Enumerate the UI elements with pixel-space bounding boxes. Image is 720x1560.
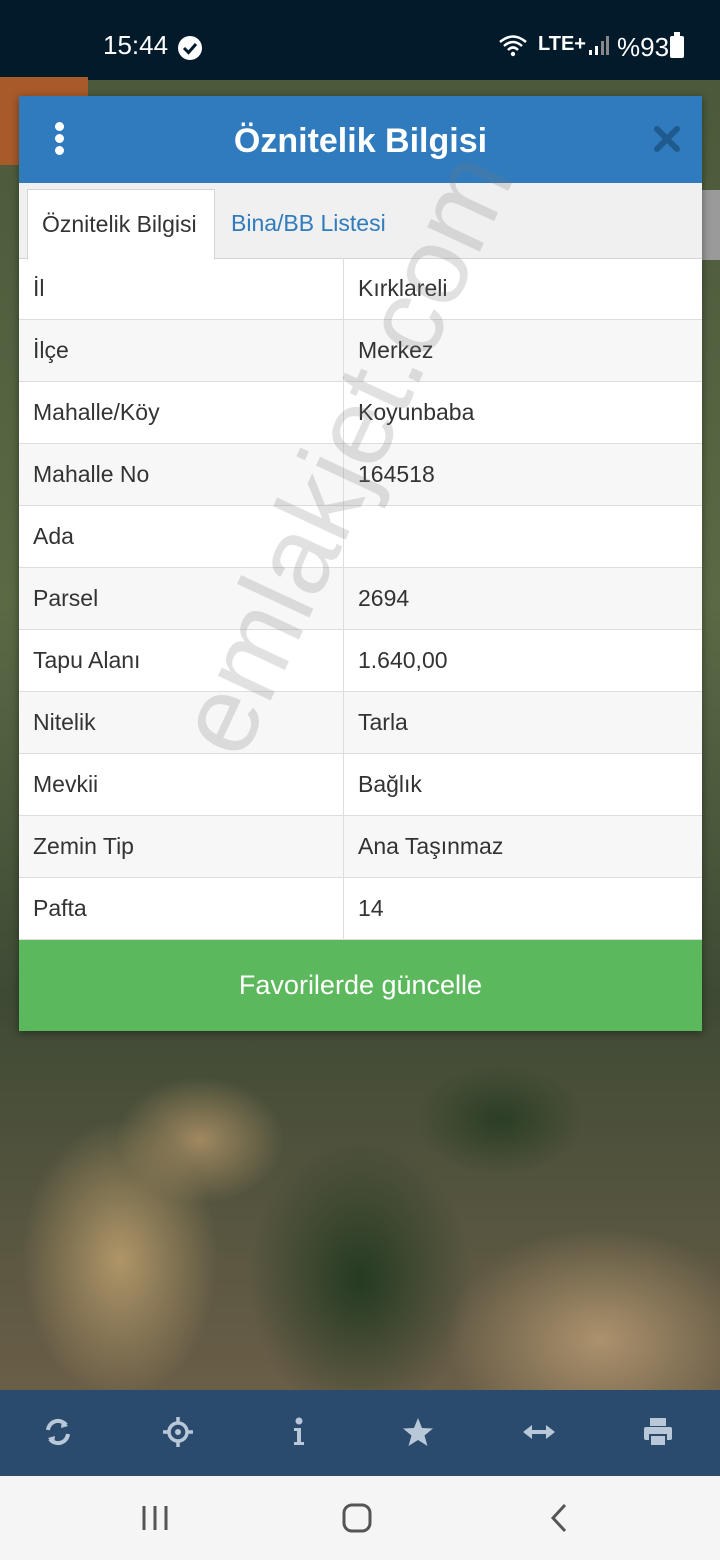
home-icon <box>342 1503 372 1533</box>
print-icon <box>644 1418 672 1447</box>
system-nav-bar <box>0 1476 720 1560</box>
attribute-key: İl <box>19 258 344 320</box>
dialog-title: Öznitelik Bilgisi <box>233 122 488 160</box>
attribute-row: İlçe Merkez <box>19 319 702 382</box>
attribute-row: Mevkii Bağlık <box>19 753 702 816</box>
attribute-key: Tapu Alanı <box>19 629 344 692</box>
print-button[interactable] <box>600 1390 720 1476</box>
attribute-row: Mahalle No 164518 <box>19 443 702 506</box>
network-type-label: LTE+ <box>538 33 586 55</box>
attribute-key: Mahalle/Köy <box>19 381 344 444</box>
attribute-row: Tapu Alanı 1.640,00 <box>19 629 702 692</box>
info-icon <box>294 1417 304 1445</box>
wifi-icon <box>498 34 528 63</box>
tab-attribute-info[interactable]: Öznitelik Bilgisi <box>27 189 215 260</box>
star-icon <box>403 1418 433 1446</box>
battery-percent: %93 <box>617 32 670 62</box>
status-bar: 15:44 LTE+ %93 <box>0 0 720 80</box>
attribute-value: 164518 <box>343 443 702 506</box>
attribute-value: Tarla <box>343 691 702 754</box>
attribute-row: Zemin Tip Ana Taşınmaz <box>19 815 702 878</box>
refresh-button[interactable] <box>0 1390 120 1476</box>
recent-apps-button[interactable] <box>105 1476 205 1560</box>
attribute-key: Zemin Tip <box>19 815 344 878</box>
home-button[interactable] <box>306 1476 406 1560</box>
attribute-value: 14 <box>343 877 702 940</box>
measure-button[interactable] <box>480 1390 600 1476</box>
back-chevron-icon <box>550 1503 567 1533</box>
attribute-value: 1.640,00 <box>343 629 702 692</box>
attribute-value: Kırklareli <box>343 258 702 320</box>
attribute-key: Ada <box>19 505 344 568</box>
attribute-table: İl Kırklareli İlçe Merkez Mahalle/Köy Koyunba… <box>19 258 702 940</box>
check-circle-icon <box>178 36 202 60</box>
tab-building-list[interactable]: Bina/BB Listesi <box>217 189 400 258</box>
attribute-row: Ada <box>19 505 702 568</box>
battery-icon <box>670 32 684 58</box>
status-time: 15:44 <box>103 30 169 60</box>
attribute-dialog: Öznitelik Bilgisi Öznitelik Bilgisi Bina… <box>19 96 702 1031</box>
attribute-key: Mahalle No <box>19 443 344 506</box>
attribute-key: Nitelik <box>19 691 344 754</box>
attribute-key: Parsel <box>19 567 344 630</box>
measure-icon <box>523 1425 555 1439</box>
crosshair-icon <box>163 1417 193 1447</box>
attribute-key: Mevkii <box>19 753 344 816</box>
recent-apps-icon <box>142 1506 168 1530</box>
back-button[interactable] <box>508 1476 608 1560</box>
attribute-row: Parsel 2694 <box>19 567 702 630</box>
signal-icon <box>588 34 610 61</box>
attribute-value: Bağlık <box>343 753 702 816</box>
attribute-value <box>343 505 702 568</box>
favorites-button[interactable] <box>360 1390 480 1476</box>
map-scroll-handle[interactable] <box>702 190 720 260</box>
attribute-row: Mahalle/Köy Koyunbaba <box>19 381 702 444</box>
attribute-row: İl Kırklareli <box>19 258 702 320</box>
attribute-value: Ana Taşınmaz <box>343 815 702 878</box>
locate-button[interactable] <box>120 1390 240 1476</box>
attribute-value: Koyunbaba <box>343 381 702 444</box>
attribute-key: İlçe <box>19 319 344 382</box>
update-favorites-button[interactable]: Favorilerde güncelle <box>19 940 702 1031</box>
refresh-icon <box>46 1418 70 1446</box>
attribute-value: Merkez <box>343 319 702 382</box>
info-button[interactable] <box>240 1390 360 1476</box>
map-toolbar <box>0 1390 720 1476</box>
tab-bar: Öznitelik Bilgisi Bina/BB Listesi <box>19 183 702 260</box>
attribute-row: Pafta 14 <box>19 877 702 940</box>
close-icon[interactable] <box>653 125 681 153</box>
attribute-row: Nitelik Tarla <box>19 691 702 754</box>
attribute-key: Pafta <box>19 877 344 940</box>
attribute-value: 2694 <box>343 567 702 630</box>
dialog-header: Öznitelik Bilgisi <box>19 96 702 183</box>
